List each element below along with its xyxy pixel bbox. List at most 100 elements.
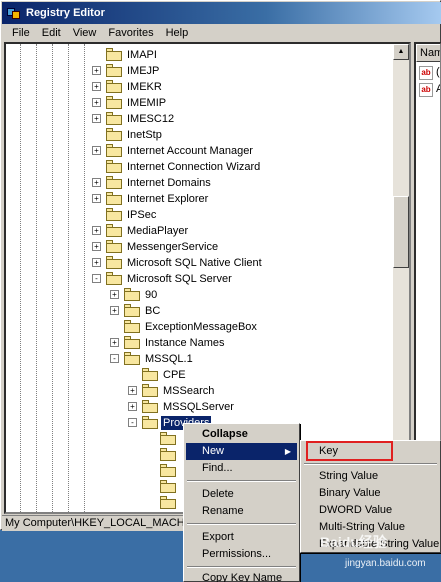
window-title: Registry Editor [26,7,105,19]
value-name[interactable]: ( [436,66,440,78]
menu-item-new[interactable]: New ▶ [186,443,297,460]
tree-guide-line [20,44,21,512]
folder-icon [106,112,122,125]
menu-item-new-label: New [202,445,225,457]
tree-node-label[interactable]: IMESC12 [125,112,176,126]
folder-icon [106,144,122,157]
tree-node-label[interactable]: MSSQLServer [161,400,236,414]
folder-icon [142,384,158,397]
menu-item-delete[interactable]: Delete [186,486,297,503]
tree-node-label[interactable]: Internet Domains [125,176,213,190]
expand-icon[interactable]: + [92,178,101,187]
tree-node-label[interactable]: IPSec [125,208,158,222]
collapse-icon[interactable]: - [110,354,119,363]
folder-icon [160,480,176,493]
tree-node-label[interactable]: MessengerService [125,240,220,254]
folder-icon [106,160,122,173]
folder-icon [160,496,176,509]
tree-node-label[interactable]: IMEKR [125,80,164,94]
folder-icon [106,64,122,77]
expand-icon[interactable]: + [110,306,119,315]
tree-node-label[interactable]: IMEMIP [125,96,168,110]
column-header-name[interactable]: Nam [416,44,440,62]
folder-icon [142,368,158,381]
folder-icon [124,352,140,365]
menu-item-find[interactable]: Find... [186,460,297,477]
tree-node-label[interactable]: Internet Connection Wizard [125,160,262,174]
folder-icon [106,256,122,269]
expand-icon[interactable]: + [92,258,101,267]
menu-item-collapse[interactable]: Collapse [186,426,297,443]
menu-separator [187,566,296,568]
tree-node-label[interactable]: IMEJP [125,64,161,78]
menu-item-permissions[interactable]: Permissions... [186,546,297,563]
folder-icon [124,288,140,301]
tree-node-label[interactable]: Microsoft SQL Native Client [125,256,264,270]
tree-node-label[interactable]: BC [143,304,162,318]
tree-node-label[interactable]: Instance Names [143,336,226,350]
tree-node-label[interactable]: Internet Account Manager [125,144,255,158]
tree-node-label[interactable]: InetStp [125,128,164,142]
menu-separator [187,480,296,482]
tree-node-label[interactable]: MSSQL.1 [143,352,195,366]
tree-node-label[interactable]: IMAPI [125,48,159,62]
tree-guide-line [68,44,69,512]
folder-icon [124,304,140,317]
tree-guide-line [84,44,85,512]
folder-icon [106,176,122,189]
folder-icon [106,240,122,253]
expand-icon[interactable]: + [92,98,101,107]
tree-node-label[interactable]: MSSearch [161,384,216,398]
folder-icon [160,448,176,461]
highlight-annotation-box [306,441,393,461]
folder-icon [160,464,176,477]
baidu-watermark-url: jingyan.baidu.com [345,558,426,569]
folder-icon [142,400,158,413]
string-value-icon: ab [419,66,433,80]
tree-node-label[interactable]: ExceptionMessageBox [143,320,259,334]
expand-icon[interactable]: + [110,290,119,299]
scroll-thumb[interactable] [393,196,409,268]
menu-item-copy-key-name[interactable]: Copy Key Name [186,570,297,582]
folder-icon [142,416,158,429]
menu-separator [304,463,437,465]
tree-node-label[interactable]: 90 [143,288,159,302]
folder-icon [106,96,122,109]
collapse-icon[interactable]: - [128,418,137,427]
expand-icon[interactable]: + [128,386,137,395]
tree-node-label[interactable]: MediaPlayer [125,224,190,238]
tree-node-label[interactable]: Microsoft SQL Server [125,272,234,286]
baidu-watermark-logo: Baidu经验 [320,534,387,550]
menu-file[interactable]: File [6,27,36,39]
submenu-item-string-value[interactable]: String Value [303,468,438,485]
tree-guide-line [36,44,37,512]
scroll-up-arrow-icon[interactable]: ▲ [393,44,409,60]
expand-icon[interactable]: + [92,114,101,123]
menu-item-rename[interactable]: Rename [186,503,297,520]
expand-icon[interactable]: + [92,194,101,203]
expand-icon[interactable]: + [92,226,101,235]
expand-icon[interactable]: + [92,66,101,75]
folder-icon [106,48,122,61]
expand-icon[interactable]: + [92,146,101,155]
expand-icon[interactable]: + [92,242,101,251]
submenu-item-dword-value[interactable]: DWORD Value [303,502,438,519]
menu-help[interactable]: Help [160,27,195,39]
expand-icon[interactable]: + [92,82,101,91]
expand-icon[interactable]: + [110,338,119,347]
tree-node-label[interactable]: Internet Explorer [125,192,210,206]
folder-icon [106,208,122,221]
collapse-icon[interactable]: - [92,274,101,283]
expand-icon[interactable]: + [128,402,137,411]
tree-node-label[interactable]: CPE [161,368,188,382]
tree-guide-line [52,44,53,512]
menu-item-export[interactable]: Export [186,529,297,546]
menu-edit[interactable]: Edit [36,27,67,39]
folder-icon [106,80,122,93]
menu-view[interactable]: View [67,27,103,39]
title-bar[interactable]: Registry Editor [2,2,441,24]
submenu-arrow-icon: ▶ [284,447,291,456]
submenu-item-binary-value[interactable]: Binary Value [303,485,438,502]
menu-favorites[interactable]: Favorites [102,27,159,39]
value-name[interactable]: A [436,83,440,95]
